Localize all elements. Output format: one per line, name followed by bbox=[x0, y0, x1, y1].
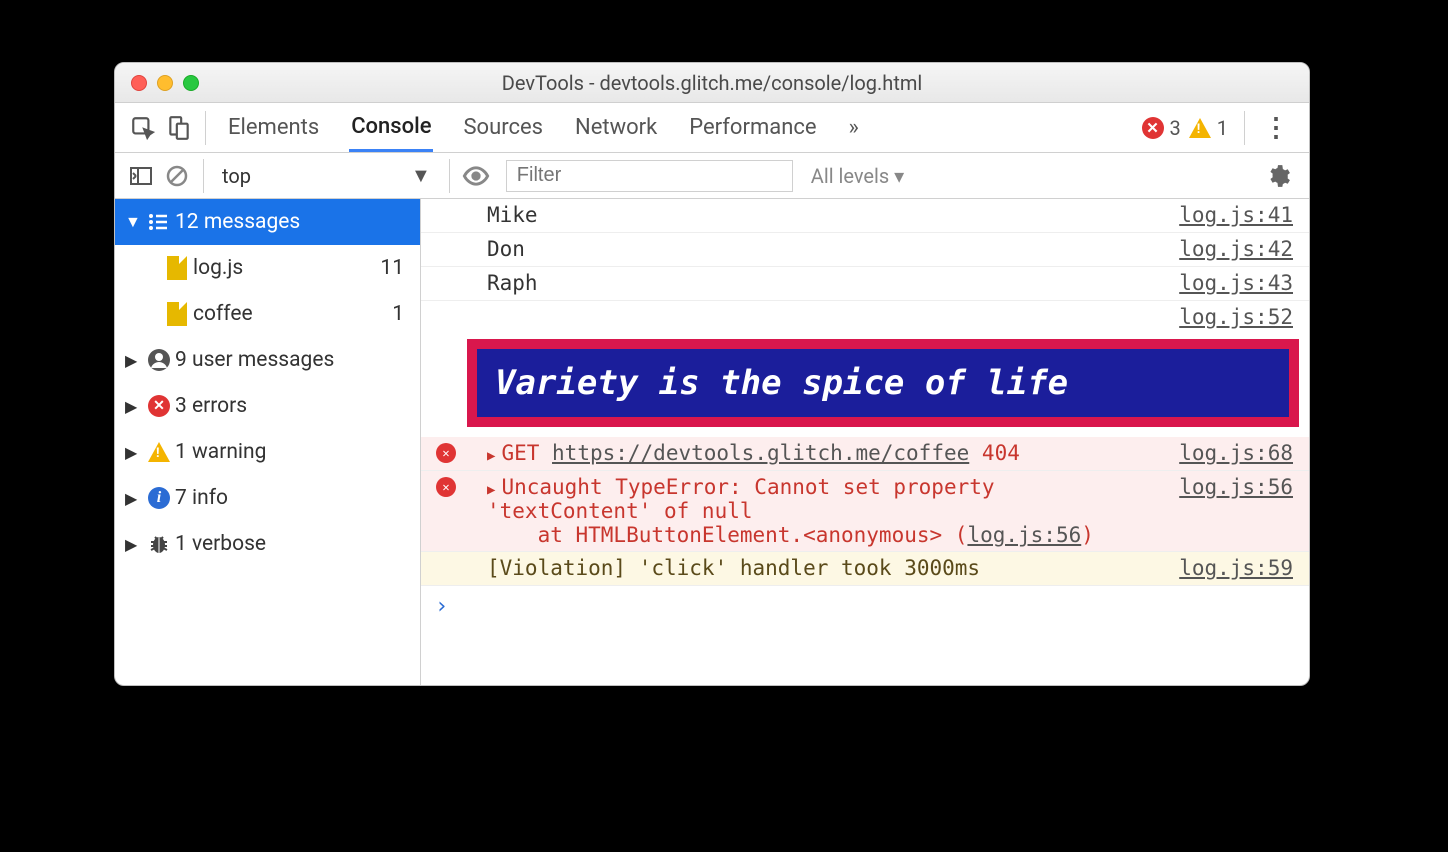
log-message: Mike bbox=[421, 203, 1179, 227]
request-url[interactable]: https://devtools.glitch.me/coffee bbox=[552, 441, 969, 465]
log-row[interactable]: Don log.js:42 bbox=[421, 233, 1309, 267]
tab-console[interactable]: Console bbox=[349, 104, 433, 152]
sidebar-warnings[interactable]: ▶ 1 warning bbox=[115, 429, 420, 475]
error-icon: ✕ bbox=[436, 443, 456, 463]
list-icon bbox=[143, 210, 175, 234]
log-row[interactable]: Raph log.js:43 bbox=[421, 267, 1309, 301]
log-message: Raph bbox=[421, 271, 1179, 295]
window-title: DevTools - devtools.glitch.me/console/lo… bbox=[115, 71, 1309, 95]
violation-message: [Violation] 'click' handler took 3000ms bbox=[471, 556, 1179, 580]
log-row-error[interactable]: ✕ ▶ GET https://devtools.glitch.me/coffee… bbox=[421, 437, 1309, 471]
chevron-right-icon: ▶ bbox=[125, 351, 143, 370]
sidebar-file-name: log.js bbox=[193, 256, 376, 280]
chevron-right-icon: ▶ bbox=[125, 535, 143, 554]
filter-input[interactable] bbox=[506, 160, 793, 192]
error-stack: at HTMLButtonElement.<anonymous> ( bbox=[487, 523, 967, 547]
http-method: GET bbox=[501, 441, 539, 465]
console-filterbar: top ▼ All levels ▾ bbox=[115, 153, 1309, 199]
chevron-down-icon: ▼ bbox=[125, 212, 143, 232]
source-link[interactable]: log.js:41 bbox=[1179, 203, 1299, 227]
error-line-1: Uncaught TypeError: Cannot set property bbox=[501, 475, 994, 499]
tabs: Elements Console Sources Network Perform… bbox=[214, 103, 861, 152]
sidebar-messages[interactable]: ▼ 12 messages bbox=[115, 199, 420, 245]
warning-icon bbox=[1189, 118, 1211, 138]
live-expression-icon[interactable] bbox=[458, 158, 494, 194]
sidebar-cat-label: 7 info bbox=[175, 486, 410, 510]
source-link[interactable]: log.js:68 bbox=[1179, 441, 1299, 465]
toolbar: Elements Console Sources Network Perform… bbox=[115, 103, 1309, 153]
clear-icon[interactable] bbox=[159, 158, 195, 194]
error-icon: ✕ bbox=[143, 395, 175, 417]
error-icon: ✕ bbox=[436, 477, 456, 497]
error-count: 3 bbox=[1170, 116, 1181, 140]
tab-more[interactable]: » bbox=[847, 105, 861, 150]
chevron-right-icon[interactable]: ▶ bbox=[487, 448, 495, 464]
tab-network[interactable]: Network bbox=[573, 105, 659, 150]
console-output: Mike log.js:41 Don log.js:42 Raph log.js… bbox=[421, 199, 1309, 685]
chevron-right-icon[interactable]: ▶ bbox=[487, 482, 495, 498]
inspect-icon[interactable] bbox=[125, 110, 161, 146]
tab-performance[interactable]: Performance bbox=[687, 105, 818, 150]
sidebar-toggle-icon[interactable] bbox=[123, 158, 159, 194]
device-icon[interactable] bbox=[161, 110, 197, 146]
gear-icon[interactable] bbox=[1265, 163, 1301, 189]
sidebar-file[interactable]: coffee 1 bbox=[115, 291, 420, 337]
log-row[interactable]: Mike log.js:41 bbox=[421, 199, 1309, 233]
tab-sources[interactable]: Sources bbox=[461, 105, 545, 150]
console-sidebar: ▼ 12 messages log.js 11 coffee 1 ▶ bbox=[115, 199, 421, 685]
source-link[interactable]: log.js:52 bbox=[1179, 305, 1299, 329]
user-icon bbox=[143, 348, 175, 372]
devtools-window: DevTools - devtools.glitch.me/console/lo… bbox=[114, 62, 1310, 686]
log-levels-select[interactable]: All levels ▾ bbox=[793, 164, 904, 188]
error-line-2: 'textContent' of null bbox=[487, 499, 753, 523]
sidebar-cat-label: 1 warning bbox=[175, 440, 410, 464]
warning-count: 1 bbox=[1217, 116, 1228, 140]
sidebar-cat-label: 1 verbose bbox=[175, 532, 410, 556]
chevron-down-icon: ▼ bbox=[411, 163, 431, 188]
file-icon bbox=[161, 302, 193, 326]
sidebar-file[interactable]: log.js 11 bbox=[115, 245, 420, 291]
chevron-right-icon: ▶ bbox=[125, 443, 143, 462]
warning-count-badge[interactable]: 1 bbox=[1189, 116, 1228, 140]
context-select[interactable]: top ▼ bbox=[212, 163, 441, 188]
log-row-violation[interactable]: [Violation] 'click' handler took 3000ms … bbox=[421, 552, 1309, 586]
error-stack-end: ) bbox=[1081, 523, 1094, 547]
error-icon: ✕ bbox=[1142, 117, 1164, 139]
file-icon bbox=[161, 256, 193, 280]
sidebar-file-name: coffee bbox=[193, 302, 376, 326]
log-message: Don bbox=[421, 237, 1179, 261]
source-link[interactable]: log.js:59 bbox=[1179, 556, 1299, 580]
sidebar-file-count: 11 bbox=[376, 256, 410, 280]
menu-icon[interactable]: ⋮ bbox=[1253, 113, 1299, 143]
console-prompt[interactable]: › bbox=[421, 586, 1309, 627]
http-status: 404 bbox=[982, 441, 1020, 465]
chevron-right-icon: ▶ bbox=[125, 397, 143, 416]
stack-link[interactable]: log.js:56 bbox=[967, 523, 1081, 547]
chevron-right-icon: ▶ bbox=[125, 489, 143, 508]
source-link[interactable]: log.js:56 bbox=[1179, 475, 1299, 499]
sidebar-file-count: 1 bbox=[376, 302, 410, 326]
source-link[interactable]: log.js:42 bbox=[1179, 237, 1299, 261]
info-icon: i bbox=[143, 487, 175, 509]
tab-elements[interactable]: Elements bbox=[226, 105, 321, 150]
sidebar-verbose[interactable]: ▶ 1 verbose bbox=[115, 521, 420, 567]
source-link[interactable]: log.js:43 bbox=[1179, 271, 1299, 295]
sidebar-cat-label: 3 errors bbox=[175, 394, 410, 418]
context-label: top bbox=[222, 164, 251, 188]
sidebar-user-messages[interactable]: ▶ 9 user messages bbox=[115, 337, 420, 383]
bug-icon bbox=[143, 532, 175, 556]
sidebar-errors[interactable]: ▶ ✕ 3 errors bbox=[115, 383, 420, 429]
log-row-error[interactable]: ✕ ▶ Uncaught TypeError: Cannot set proper… bbox=[421, 471, 1309, 552]
sidebar-cat-label: 9 user messages bbox=[175, 348, 410, 372]
error-count-badge[interactable]: ✕ 3 bbox=[1142, 116, 1181, 140]
log-row-styled[interactable]: log.js:52 bbox=[421, 301, 1309, 335]
warning-icon bbox=[143, 442, 175, 462]
sidebar-messages-label: 12 messages bbox=[175, 210, 410, 234]
titlebar: DevTools - devtools.glitch.me/console/lo… bbox=[115, 63, 1309, 103]
styled-log-message: Variety is the spice of life bbox=[467, 339, 1299, 427]
sidebar-info[interactable]: ▶ i 7 info bbox=[115, 475, 420, 521]
